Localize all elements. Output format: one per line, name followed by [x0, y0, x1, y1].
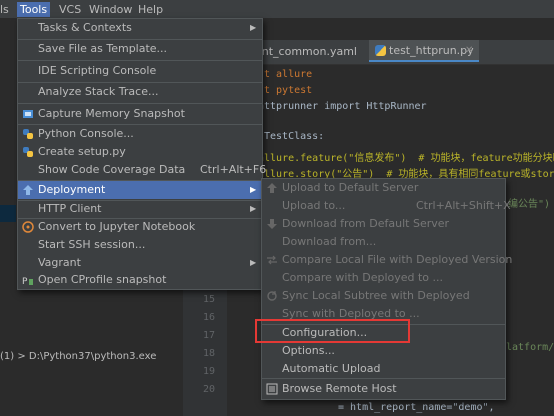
memory-icon [22, 108, 34, 120]
menu-item-deployment[interactable]: Deployment ▶ [18, 181, 262, 199]
line-number: 15 [202, 294, 215, 305]
separator [18, 103, 262, 104]
code-line-4: TestClass: [264, 131, 325, 142]
tab-common-yaml[interactable]: ent_common.yaml [255, 40, 365, 64]
code-line-8: latform/02_ [506, 342, 554, 353]
tree-selection [0, 205, 16, 222]
menu-item-options[interactable]: Options... [262, 342, 505, 360]
notebook-icon [22, 221, 34, 233]
python-file-icon [375, 45, 386, 56]
menu-item-upload-default[interactable]: Upload to Default Server [262, 179, 505, 197]
deployment-submenu: Upload to Default Server Upload to... Ct… [261, 178, 512, 400]
menu-vcs[interactable]: VCS [59, 2, 81, 17]
remote-host-icon [266, 383, 278, 395]
line-number: 17 [202, 330, 215, 341]
menu-item-download-default[interactable]: Download from Default Server [262, 215, 505, 233]
code-line-5: allure.feature("信息发布") # 功能块，feature功能分块… [258, 153, 554, 164]
tab-test-httprun[interactable]: test_httprun.py ✕ [369, 40, 479, 62]
separator [18, 60, 262, 61]
menu-item-create-setup[interactable]: Create setup.py [18, 143, 262, 161]
menu-item-ide-scripting[interactable]: IDE Scripting Console [18, 62, 262, 80]
menu-item-compare-deployed[interactable]: Compare with Deployed to ... [262, 269, 505, 287]
menu-item-sync-subtree[interactable]: Sync Local Subtree with Deployed [262, 287, 505, 305]
menu-item-save-template[interactable]: Save File as Template... [18, 40, 262, 58]
menu-item-capture-memory[interactable]: Capture Memory Snapshot [18, 105, 262, 123]
upload-icon [266, 182, 278, 194]
menu-window[interactable]: Window [89, 2, 132, 17]
line-number: 18 [202, 348, 215, 359]
menu-item-download-from[interactable]: Download from... [262, 233, 505, 251]
python-icon [22, 146, 34, 158]
line-number: 19 [202, 366, 215, 377]
submenu-arrow-icon: ▶ [250, 185, 257, 194]
sync-icon [266, 290, 278, 302]
upload-icon [22, 184, 34, 196]
menu-item-analyze-stack[interactable]: Analyze Stack Trace... [18, 83, 262, 101]
code-line-3: httprunner import HttpRunner [258, 101, 427, 112]
menu-item-cprofile[interactable]: P Open CProfile snapshot [18, 271, 262, 289]
menu-bar: ls Tools VCS Window Help [0, 0, 554, 19]
profile-icon: P [22, 274, 34, 287]
menu-item-vagrant[interactable]: Vagrant ▶ [18, 254, 262, 272]
submenu-arrow-icon: ▶ [250, 23, 257, 32]
close-tab-icon[interactable]: ✕ [465, 40, 473, 62]
compare-icon [266, 254, 278, 266]
code-line-7: 编公告") [508, 199, 551, 210]
code-line-1: t allure [264, 69, 313, 80]
highlight-annotation-box [255, 319, 410, 343]
menu-item-ssh-session[interactable]: Start SSH session... [18, 236, 262, 254]
menu-item-code-coverage[interactable]: Show Code Coverage Data Ctrl+Alt+F6 [18, 161, 266, 179]
separator [262, 378, 505, 379]
tools-menu: Tasks & Contexts ▶ Save File as Template… [17, 18, 266, 290]
menu-item-http-client[interactable]: HTTP Client ▶ [18, 200, 262, 218]
line-number: 20 [202, 384, 215, 395]
menu-help[interactable]: Help [138, 2, 163, 17]
svg-text:P: P [22, 277, 28, 286]
menu-tools[interactable]: Tools [17, 2, 51, 17]
download-icon [266, 218, 278, 230]
menu-item-automatic-upload[interactable]: Automatic Upload [262, 360, 505, 378]
menu-item-jupyter[interactable]: Convert to Jupyter Notebook [18, 218, 262, 236]
menu-item-browse-remote[interactable]: Browse Remote Host [262, 380, 505, 398]
line-number: 16 [202, 312, 215, 323]
menu-item-upload-to[interactable]: Upload to... Ctrl+Alt+Shift+X [262, 197, 511, 215]
interpreter-path[interactable]: (1) > D:\Python37\python3.exe [0, 351, 156, 362]
menu-item-compare-local[interactable]: Compare Local File with Deployed Version [262, 251, 512, 269]
tab-test-httprun-label: test_httprun.py [389, 44, 474, 57]
menu-item-python-console[interactable]: Python Console... [18, 125, 262, 143]
code-line-2: t pytest [264, 85, 313, 96]
python-icon [22, 128, 34, 140]
code-line-9: = html_report_name="demo", [338, 402, 495, 413]
submenu-arrow-icon: ▶ [250, 258, 257, 267]
submenu-arrow-icon: ▶ [250, 204, 257, 213]
menu-tools-prev[interactable]: ls [0, 2, 9, 17]
menu-item-tasks-contexts[interactable]: Tasks & Contexts ▶ [18, 19, 262, 37]
